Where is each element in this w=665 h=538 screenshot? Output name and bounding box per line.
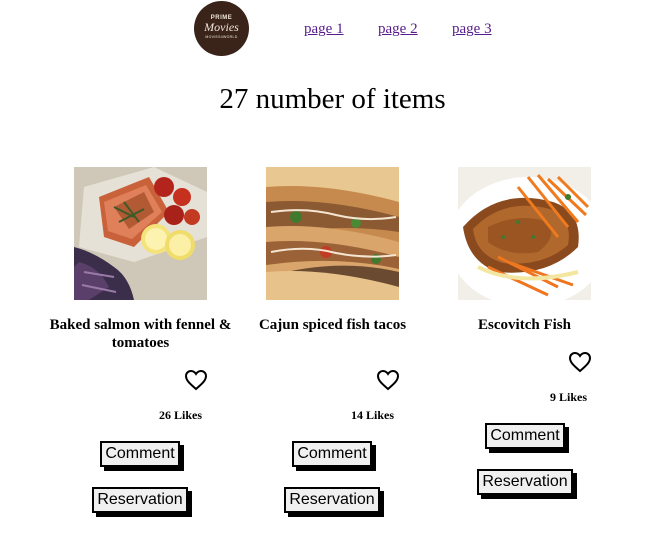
item-count-title: 27 number of items xyxy=(219,83,446,115)
likes-count: 14 Likes xyxy=(351,408,395,422)
reservation-button[interactable]: Reservation xyxy=(284,487,380,513)
likes-count: 9 Likes xyxy=(550,390,588,404)
comment-button[interactable]: Comment xyxy=(485,423,565,449)
meal-image xyxy=(266,167,399,300)
meal-image xyxy=(458,167,591,300)
likes-count: 26 Likes xyxy=(159,408,203,422)
logo-line-3: MOVIES4WORLD xyxy=(205,35,238,39)
nav-link-page-2[interactable]: page 2 xyxy=(378,21,418,38)
heart-outline-icon[interactable] xyxy=(184,369,208,391)
comment-button[interactable]: Comment xyxy=(292,441,372,467)
logo[interactable]: PRIME Movies MOVIES4WORLD xyxy=(194,1,249,56)
heart-outline-icon[interactable] xyxy=(376,369,400,391)
reservation-button[interactable]: Reservation xyxy=(92,487,188,513)
meal-title: Baked salmon with fennel & tomatoes xyxy=(49,317,232,351)
comment-button[interactable]: Comment xyxy=(100,441,180,467)
nav-link-page-1[interactable]: page 1 xyxy=(304,21,344,38)
header: PRIME Movies MOVIES4WORLD page 1 page 2 … xyxy=(0,0,665,60)
meal-title: Cajun spiced fish tacos xyxy=(258,317,407,333)
nav-link-page-3[interactable]: page 3 xyxy=(452,21,492,38)
logo-line-2: Movies xyxy=(204,20,239,34)
heart-outline-icon[interactable] xyxy=(568,351,592,373)
meal-image xyxy=(74,167,207,300)
reservation-button[interactable]: Reservation xyxy=(477,469,573,495)
meal-title: Escovitch Fish xyxy=(478,317,571,333)
